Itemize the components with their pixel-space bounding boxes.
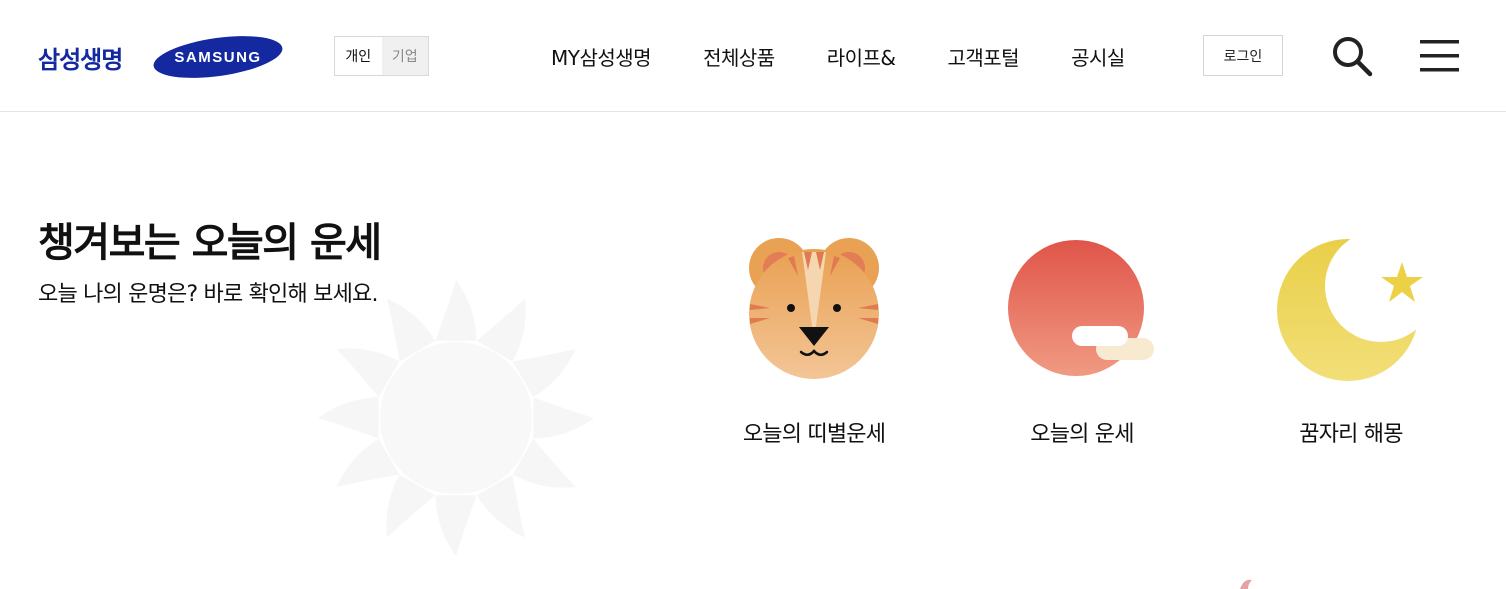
nav-item-disclosure[interactable]: 공시실 — [1071, 42, 1125, 71]
fortune-card-dream-label: 꿈자리 해몽 — [1299, 422, 1403, 447]
sun-ray — [435, 280, 477, 341]
samsung-logo[interactable]: SAMSUNG — [152, 35, 284, 79]
decorative-shape — [1240, 579, 1252, 589]
fortune-card-zodiac[interactable]: 오늘의 띠별운세 — [704, 230, 924, 460]
brand-logo-text[interactable]: 삼성생명 — [38, 40, 123, 75]
sun-ray — [533, 397, 594, 439]
tiger-icon — [749, 238, 879, 379]
fortune-card-zodiac-label: 오늘의 띠별운세 — [742, 422, 886, 447]
samsung-logo-text: SAMSUNG — [174, 49, 261, 66]
page: 삼성생명 SAMSUNG 개인 기업 MY삼성생명 전체상품 라이프& 고객포털… — [0, 0, 1506, 589]
page-title: 챙겨보는 오늘의 운세 — [38, 220, 382, 266]
customer-type-toggle: 개인 기업 — [334, 36, 429, 76]
nav-item-my-samsunglife[interactable]: MY삼성생명 — [551, 42, 652, 71]
main-nav: MY삼성생명 전체상품 라이프& 고객포털 공시실 — [551, 42, 1177, 71]
segment-personal-button[interactable]: 개인 — [335, 37, 382, 75]
search-icon[interactable] — [1330, 34, 1374, 78]
sunrise-icon — [1008, 240, 1154, 376]
fortune-card-today[interactable]: 오늘의 운세 — [972, 230, 1192, 460]
moon-star-icon — [1277, 239, 1423, 381]
page-subtitle: 오늘 나의 운명은? 바로 확인해 보세요. — [38, 282, 378, 307]
decorative-sun-icon — [318, 280, 594, 556]
nav-item-all-products[interactable]: 전체상품 — [703, 42, 775, 71]
hamburger-menu-icon[interactable] — [1420, 38, 1460, 74]
nav-item-life[interactable]: 라이프& — [827, 42, 896, 71]
nav-item-customer-portal[interactable]: 고객포털 — [947, 42, 1019, 71]
sun-ray — [435, 495, 477, 556]
fortune-card-today-label: 오늘의 운세 — [1030, 422, 1134, 447]
fortune-card-dream[interactable]: 꿈자리 해몽 — [1241, 230, 1461, 460]
segment-corporate-button[interactable]: 기업 — [381, 37, 428, 75]
top-header: 삼성생명 SAMSUNG 개인 기업 MY삼성생명 전체상품 라이프& 고객포털… — [0, 0, 1506, 112]
login-button[interactable]: 로그인 — [1203, 35, 1283, 76]
sun-ray — [318, 397, 379, 439]
